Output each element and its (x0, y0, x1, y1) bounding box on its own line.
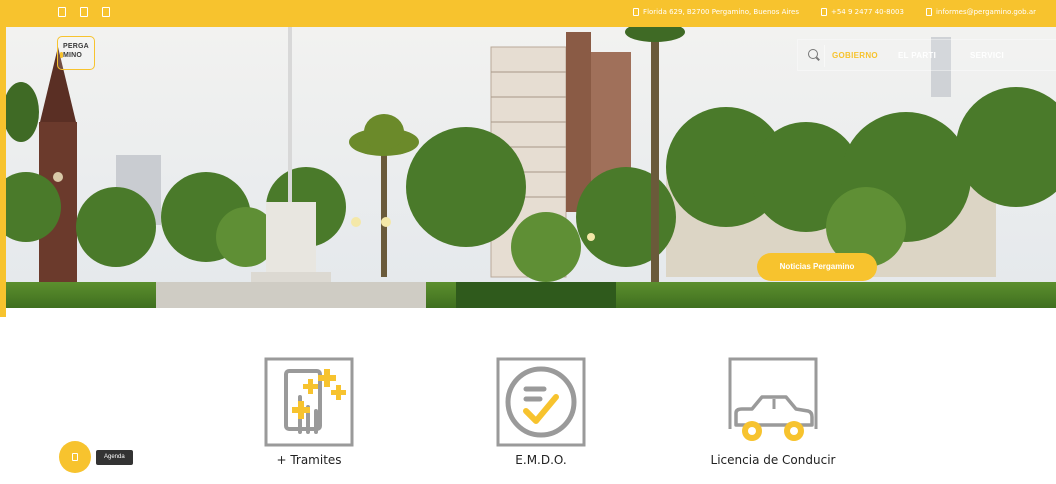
nav-item-gobierno[interactable]: GOBIERNO (832, 51, 878, 60)
email-text[interactable]: informes@pergamino.gob.ar (936, 8, 1036, 16)
phone-icon (820, 8, 827, 16)
social-links (58, 7, 110, 17)
phone-text[interactable]: +54 9 2477 40-8003 (831, 8, 904, 16)
email-info[interactable]: informes@pergamino.gob.ar (925, 8, 1036, 16)
nav-item-el-partido[interactable]: EL PARTI (898, 51, 936, 60)
twitter-icon[interactable] (80, 7, 88, 17)
contact-info: Florida 629, B2700 Pergamino, Buenos Air… (633, 8, 1036, 16)
phone-info[interactable]: +54 9 2477 40-8003 (820, 8, 904, 16)
car-icon (728, 357, 818, 441)
search-icon[interactable] (808, 49, 818, 59)
agenda-button[interactable] (59, 441, 91, 473)
logo-line-2: MINO (63, 52, 83, 59)
service-label-licencia[interactable]: Licencia de Conducir (698, 453, 848, 467)
nav-divider (824, 45, 825, 67)
main-nav: GOBIERNO EL PARTI SERVICI (797, 39, 1056, 71)
agenda-tooltip: Agenda (96, 450, 133, 465)
address-text: Florida 629, B2700 Pergamino, Buenos Air… (643, 8, 799, 16)
instagram-icon[interactable] (102, 7, 110, 17)
facebook-icon[interactable] (58, 7, 66, 17)
logo-line-1: PERGA (63, 43, 89, 50)
mail-icon (925, 8, 932, 16)
site-logo[interactable]: PERGA MINO (57, 36, 95, 70)
location-icon (633, 8, 640, 16)
service-label-emdo[interactable]: E.M.D.O. (466, 453, 616, 467)
calendar-icon (72, 453, 78, 461)
nav-item-servicios[interactable]: SERVICI (970, 51, 1004, 60)
service-emdo[interactable]: E.M.D.O. (466, 357, 616, 467)
address-info: Florida 629, B2700 Pergamino, Buenos Air… (633, 8, 799, 16)
service-tramites[interactable]: + Tramites (234, 357, 384, 467)
phone-tap-icon (264, 357, 354, 447)
news-button[interactable]: Noticias Pergamino (757, 253, 877, 281)
service-label-tramites[interactable]: + Tramites (234, 453, 384, 467)
top-bar: Florida 629, B2700 Pergamino, Buenos Air… (0, 0, 1056, 27)
checklist-icon (496, 357, 586, 447)
service-licencia[interactable]: Licencia de Conducir (698, 357, 848, 467)
